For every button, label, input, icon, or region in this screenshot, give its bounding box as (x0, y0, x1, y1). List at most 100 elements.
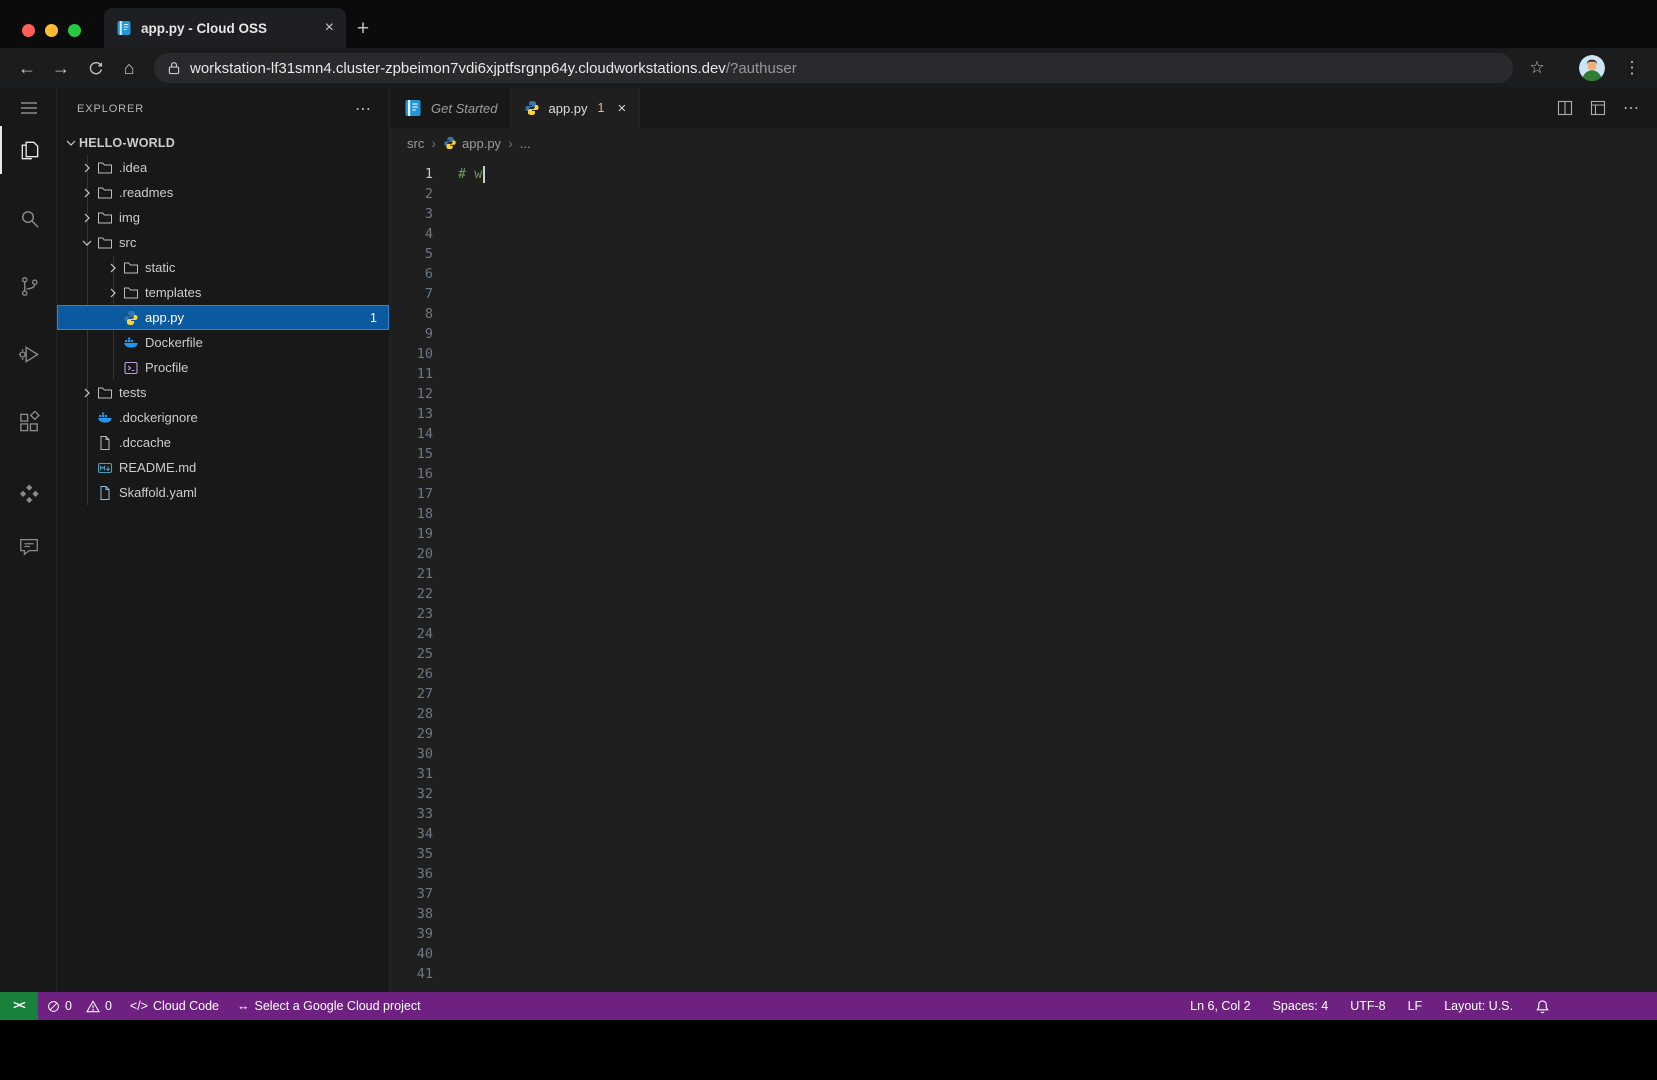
line-number: 15 (390, 444, 433, 464)
cursor-position-status[interactable]: Ln 6, Col 2 (1179, 992, 1261, 1020)
activity-feedback-button[interactable] (0, 523, 56, 571)
breadcrumb-src[interactable]: src (407, 136, 424, 151)
line-number: 35 (390, 844, 433, 864)
tree-item-dockerignore[interactable]: .dockerignore (57, 405, 389, 430)
breadcrumb-app-py[interactable]: app.py (443, 136, 501, 151)
line-number: 21 (390, 564, 433, 584)
tree-item-dccache[interactable]: .dccache (57, 430, 389, 455)
tree-root-hello-world[interactable]: HELLO-WORLD (57, 130, 389, 155)
activity-cloud-code-button[interactable] (0, 471, 56, 519)
line-numbers: 1234567891011121314151617181920212223242… (390, 164, 458, 992)
tree-item-tests[interactable]: tests (57, 380, 389, 405)
eol-status[interactable]: LF (1397, 992, 1434, 1020)
address-bar[interactable]: workstation-lf31smn4.cluster-zpbeimon7vd… (154, 53, 1513, 83)
line-number: 10 (390, 344, 433, 364)
project-picker-status[interactable]: ↔ Select a Google Cloud project (228, 992, 430, 1020)
status-bar: >< 0 0 </> Cloud Code ↔ Select a Google … (0, 992, 1657, 1020)
line-number: 4 (390, 224, 433, 244)
code-editor[interactable]: 1234567891011121314151617181920212223242… (390, 158, 1657, 992)
browser-tab[interactable]: app.py - Cloud OSS × (104, 8, 346, 48)
line-number: 38 (390, 904, 433, 924)
file-icon (97, 435, 113, 451)
tab-get-started[interactable]: Get Started (390, 88, 511, 128)
tree-item-dockerfile[interactable]: Dockerfile (57, 330, 389, 355)
chevron-right-icon: › (431, 135, 436, 151)
back-button[interactable]: ← (12, 53, 42, 83)
tree-item-skaffold-yaml[interactable]: Skaffold.yaml (57, 480, 389, 505)
line-number: 1 (390, 164, 433, 184)
hamburger-icon (20, 101, 38, 115)
tree-item-app-py[interactable]: app.py 1 (57, 305, 389, 330)
reload-button[interactable] (80, 53, 110, 83)
breadcrumb-symbol[interactable]: ... (520, 136, 531, 151)
application-menu-button[interactable] (0, 94, 56, 122)
procfile-icon (123, 360, 139, 376)
cloud-code-diamonds-icon (18, 484, 40, 506)
editor-group: Get Started app.py 1 × ⋯ src › (390, 88, 1657, 992)
source-control-branch-icon (18, 275, 41, 298)
editor-tabbar: Get Started app.py 1 × ⋯ (390, 88, 1657, 128)
browser-toolbar: ← → ⌂ workstation-lf31smn4.cluster-zpbei… (0, 48, 1657, 88)
browser-tab-close-icon[interactable]: × (325, 20, 334, 36)
cloud-code-status[interactable]: </> Cloud Code (121, 992, 228, 1020)
code-content: # w (458, 164, 1657, 992)
encoding-status[interactable]: UTF-8 (1339, 992, 1396, 1020)
activity-extensions-button[interactable] (0, 398, 56, 446)
python-icon (524, 100, 540, 116)
editor-actions: ⋯ (1539, 88, 1657, 128)
tab-app-py[interactable]: app.py 1 × (511, 88, 640, 128)
line-number: 11 (390, 364, 433, 384)
tree-item-img[interactable]: img (57, 205, 389, 230)
remote-indicator[interactable]: >< (0, 992, 38, 1020)
tab-close-icon[interactable]: × (617, 100, 626, 117)
tree-item-procfile[interactable]: Procfile (57, 355, 389, 380)
browser-menu-icon[interactable]: ⋮ (1619, 55, 1645, 81)
indentation-status[interactable]: Spaces: 4 (1262, 992, 1340, 1020)
tree-item-idea[interactable]: .idea (57, 155, 389, 180)
tree-item-readme-md[interactable]: README.md (57, 455, 389, 480)
activity-source-control-button[interactable] (0, 262, 56, 310)
activity-run-debug-button[interactable] (0, 330, 56, 378)
split-editor-button[interactable] (1557, 100, 1573, 116)
tree-item-src[interactable]: src (57, 230, 389, 255)
home-button[interactable]: ⌂ (114, 53, 144, 83)
window-bottom-filler (0, 1020, 1657, 1080)
line-number: 26 (390, 664, 433, 684)
line-number: 33 (390, 804, 433, 824)
folder-icon (123, 260, 139, 276)
tree-item-static[interactable]: static (57, 255, 389, 280)
warning-icon (86, 1000, 100, 1013)
tree-item-templates[interactable]: templates (57, 280, 389, 305)
forward-button[interactable]: → (46, 53, 76, 83)
line-number: 3 (390, 204, 433, 224)
extensions-icon (18, 411, 41, 434)
new-tab-button[interactable]: + (350, 16, 376, 42)
get-started-book-icon (403, 98, 423, 118)
docker-whale-icon (97, 410, 113, 426)
line-number: 27 (390, 684, 433, 704)
folder-icon (97, 185, 113, 201)
bell-icon (1535, 999, 1550, 1014)
line-number: 19 (390, 524, 433, 544)
run-debug-icon (18, 343, 41, 366)
bookmark-star-icon[interactable]: ☆ (1523, 54, 1551, 82)
tree-item-readmes[interactable]: .readmes (57, 180, 389, 205)
activity-explorer-button[interactable] (0, 126, 56, 174)
close-window-button[interactable] (22, 24, 35, 37)
traffic-lights (22, 24, 81, 37)
url-suffix: /?authuser (726, 60, 797, 77)
customize-layout-button[interactable] (1590, 100, 1606, 116)
profile-avatar[interactable] (1579, 55, 1605, 81)
keyboard-layout-status[interactable]: Layout: U.S. (1433, 992, 1524, 1020)
chevron-right-icon (79, 210, 95, 226)
line-number: 30 (390, 744, 433, 764)
more-actions-icon[interactable]: ⋯ (1623, 98, 1639, 118)
maximize-window-button[interactable] (68, 24, 81, 37)
line-number: 8 (390, 304, 433, 324)
folder-icon (97, 160, 113, 176)
notifications-bell-button[interactable] (1524, 992, 1561, 1020)
activity-search-button[interactable] (0, 194, 56, 242)
problems-status[interactable]: 0 0 (38, 992, 121, 1020)
minimize-window-button[interactable] (45, 24, 58, 37)
explorer-more-actions-icon[interactable]: ⋯ (355, 99, 371, 119)
